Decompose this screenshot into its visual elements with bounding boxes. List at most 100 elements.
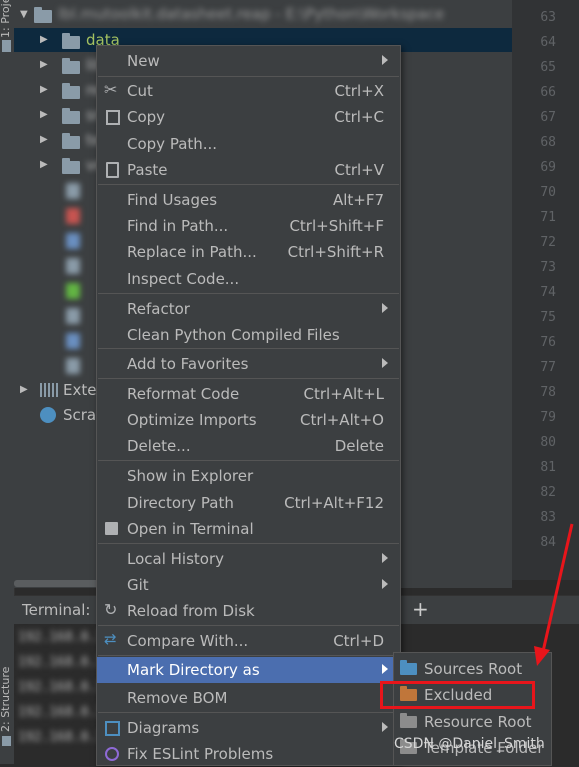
menu-item-add-to-favorites[interactable]: Add to Favorites: [97, 351, 400, 377]
menu-item-clean-python[interactable]: Clean Python Compiled Files: [97, 322, 400, 348]
file-icon: [66, 358, 80, 374]
menu-item-open-in-terminal[interactable]: Open in Terminal: [97, 516, 400, 542]
new-terminal-button[interactable]: +: [412, 597, 429, 621]
folder-icon: [62, 58, 80, 74]
reload-icon: ↻: [104, 600, 118, 619]
cut-icon: ✂: [104, 80, 118, 99]
menu-item-copy[interactable]: Copy Ctrl+C: [97, 104, 400, 130]
scratches-icon: [40, 407, 56, 423]
submenu-item-resource-root[interactable]: Resource Root: [394, 709, 551, 735]
menu-item-git[interactable]: Git: [97, 572, 400, 598]
menu-item-show-in-explorer[interactable]: Show in Explorer: [97, 463, 400, 489]
compare-icon: ⇄: [104, 630, 117, 648]
menu-item-copy-path[interactable]: Copy Path...: [97, 131, 400, 157]
line-number: 81: [540, 460, 556, 475]
menu-item-fix-eslint[interactable]: Fix ESLint Problems: [97, 741, 400, 767]
libraries-icon: [40, 383, 58, 397]
menu-item-reformat-code[interactable]: Reformat Code Ctrl+Alt+L: [97, 381, 400, 407]
menu-item-new[interactable]: New: [97, 48, 400, 74]
menu-item-find-in-path[interactable]: Find in Path... Ctrl+Shift+F: [97, 213, 400, 239]
menu-separator: [98, 76, 399, 77]
expand-arrow-icon[interactable]: ▶: [40, 84, 48, 95]
project-root-row[interactable]: ▼ lbl.mutoolkit.datasheet.reap - E:\Pyth…: [14, 0, 512, 28]
menu-item-optimize-imports[interactable]: Optimize Imports Ctrl+Alt+O: [97, 407, 400, 433]
line-number: 63: [540, 10, 556, 25]
line-number: 71: [540, 210, 556, 225]
expand-arrow-icon[interactable]: ▶: [40, 159, 48, 170]
folder-icon: [62, 33, 80, 49]
menu-item-local-history[interactable]: Local History: [97, 546, 400, 572]
menu-separator: [98, 543, 399, 544]
collapse-arrow-icon[interactable]: ▼: [20, 9, 28, 20]
menu-separator: [98, 712, 399, 713]
line-number: 82: [540, 485, 556, 500]
menu-item-compare-with[interactable]: ⇄ Compare With... Ctrl+D: [97, 628, 400, 654]
expand-arrow-icon[interactable]: ▶: [40, 34, 48, 45]
menu-item-delete[interactable]: Delete... Delete: [97, 433, 400, 459]
line-number: 69: [540, 160, 556, 175]
menu-separator: [98, 348, 399, 349]
submenu-arrow-icon: [382, 553, 388, 563]
editor-gutter: 63 64 65 66 67 68 69 70 71 72 73 74 75 7…: [512, 0, 579, 580]
line-number: 78: [540, 385, 556, 400]
file-icon: [66, 258, 80, 274]
folder-icon: [62, 83, 80, 99]
folder-icon: [62, 158, 80, 174]
context-menu: New ✂ Cut Ctrl+X Copy Ctrl+C Copy Path..…: [96, 45, 401, 766]
line-number: 65: [540, 60, 556, 75]
menu-item-inspect-code[interactable]: Inspect Code...: [97, 266, 400, 292]
file-icon: [66, 233, 80, 249]
menu-item-paste[interactable]: Paste Ctrl+V: [97, 157, 400, 183]
menu-separator: [98, 625, 399, 626]
line-number: 68: [540, 135, 556, 150]
watermark: CSDN @Daniel_Smith: [394, 736, 545, 752]
submenu-arrow-icon: [382, 579, 388, 589]
resource-folder-icon: [400, 713, 417, 728]
line-number: 73: [540, 260, 556, 275]
structure-tool-icon: [2, 736, 11, 746]
terminal-icon: [105, 522, 118, 535]
expand-arrow-icon[interactable]: ▶: [40, 109, 48, 120]
tool-window-strip: 1: Project 2: Structure: [0, 0, 15, 764]
eslint-icon: [105, 747, 119, 761]
line-number: 75: [540, 310, 556, 325]
menu-item-replace-in-path[interactable]: Replace in Path... Ctrl+Shift+R: [97, 239, 400, 265]
menu-separator: [98, 378, 399, 379]
annotation-highlight-box: [380, 681, 535, 709]
line-number: 67: [540, 110, 556, 125]
menu-item-remove-bom[interactable]: Remove BOM: [97, 685, 400, 711]
line-number: 74: [540, 285, 556, 300]
line-number: 79: [540, 410, 556, 425]
structure-tool-tab[interactable]: 2: Structure: [0, 640, 14, 740]
menu-separator: [98, 184, 399, 185]
submenu-arrow-icon: [382, 722, 388, 732]
expand-arrow-icon[interactable]: ▶: [20, 384, 28, 395]
annotation-arrow: [534, 523, 574, 666]
menu-separator: [98, 460, 399, 461]
menu-item-mark-directory-as[interactable]: Mark Directory as: [97, 657, 400, 683]
line-number: 76: [540, 335, 556, 350]
menu-item-refactor[interactable]: Refactor: [97, 296, 400, 322]
file-icon: [66, 183, 80, 199]
terminal-label: Terminal:: [22, 601, 91, 619]
file-icon: [66, 333, 80, 349]
expand-arrow-icon[interactable]: ▶: [40, 59, 48, 70]
diagrams-icon: [105, 721, 120, 736]
menu-item-directory-path[interactable]: Directory Path Ctrl+Alt+F12: [97, 490, 400, 516]
line-number: 80: [540, 435, 556, 450]
submenu-arrow-icon: [382, 358, 388, 368]
line-number: 77: [540, 360, 556, 375]
line-number: 70: [540, 185, 556, 200]
expand-arrow-icon[interactable]: ▶: [40, 134, 48, 145]
menu-item-find-usages[interactable]: Find Usages Alt+F7: [97, 187, 400, 213]
menu-separator: [98, 655, 399, 656]
line-number: 66: [540, 85, 556, 100]
folder-icon: [62, 133, 80, 149]
submenu-arrow-icon: [382, 55, 388, 65]
menu-item-reload-from-disk[interactable]: ↻ Reload from Disk: [97, 598, 400, 624]
copy-icon: [106, 110, 120, 125]
menu-separator: [98, 293, 399, 294]
menu-item-diagrams[interactable]: Diagrams: [97, 715, 400, 741]
menu-item-cut[interactable]: ✂ Cut Ctrl+X: [97, 78, 400, 104]
submenu-arrow-icon: [382, 303, 388, 313]
